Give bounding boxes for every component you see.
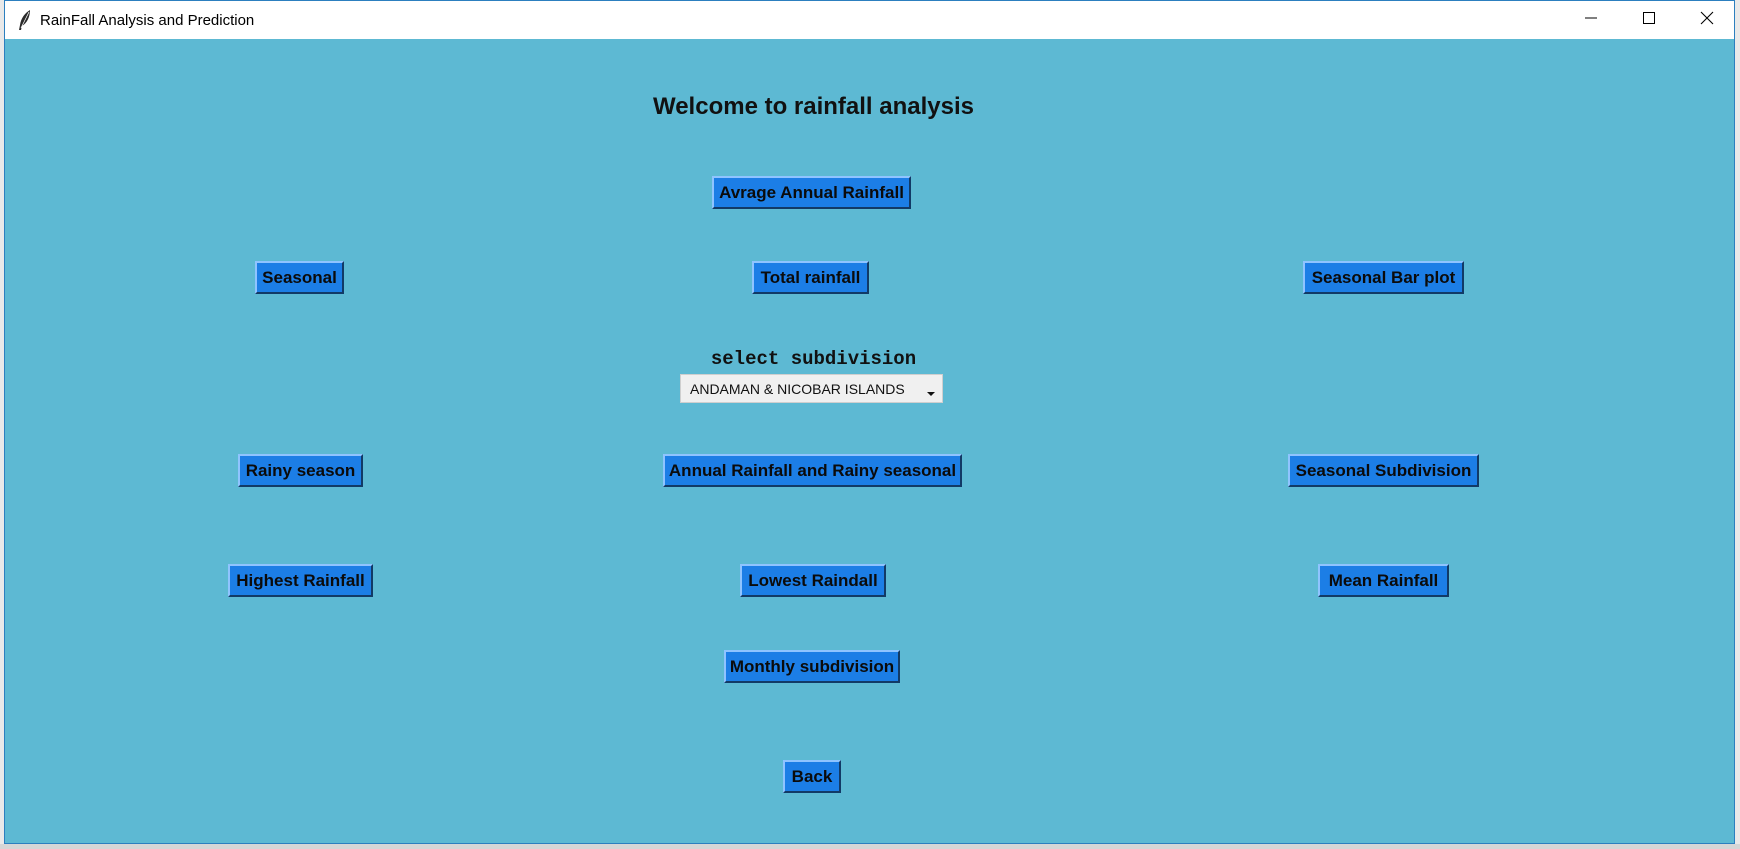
minimize-icon: [1584, 11, 1598, 30]
chevron-down-icon: [926, 385, 936, 401]
select-subdivision-label: select subdivision: [710, 348, 917, 370]
maximize-icon: [1642, 11, 1656, 30]
maximize-button[interactable]: [1620, 1, 1678, 39]
rainy-season-button[interactable]: Rainy season: [238, 454, 363, 487]
avg-annual-rainfall-button[interactable]: Avrage Annual Rainfall: [712, 176, 911, 209]
minimize-button[interactable]: [1562, 1, 1620, 39]
close-icon: [1700, 11, 1714, 30]
window-title: RainFall Analysis and Prediction: [40, 12, 255, 29]
total-rainfall-button[interactable]: Total rainfall: [752, 261, 869, 294]
mean-rainfall-button[interactable]: Mean Rainfall: [1318, 564, 1449, 597]
annual-rainfall-rainy-seasonal-button[interactable]: Annual Rainfall and Rainy seasonal: [663, 454, 962, 487]
back-button[interactable]: Back: [783, 760, 841, 793]
app-window: RainFall Analysis and Prediction Welcome…: [4, 0, 1735, 844]
subdivision-select[interactable]: ANDAMAN & NICOBAR ISLANDS: [680, 374, 943, 403]
highest-rainfall-button[interactable]: Highest Rainfall: [228, 564, 373, 597]
desktop-strip: [0, 844, 1740, 849]
title-bar[interactable]: RainFall Analysis and Prediction: [5, 1, 1734, 39]
close-button[interactable]: [1678, 1, 1734, 39]
seasonal-subdivision-button[interactable]: Seasonal Subdivision: [1288, 454, 1479, 487]
monthly-subdivision-button[interactable]: Monthly subdivision: [724, 650, 900, 683]
lowest-raindall-button[interactable]: Lowest Raindall: [740, 564, 886, 597]
seasonal-bar-plot-button[interactable]: Seasonal Bar plot: [1303, 261, 1464, 294]
seasonal-button[interactable]: Seasonal: [255, 261, 344, 294]
subdivision-select-value: ANDAMAN & NICOBAR ISLANDS: [690, 380, 905, 397]
feather-icon: [15, 9, 35, 31]
page-heading: Welcome to rainfall analysis: [652, 93, 974, 120]
